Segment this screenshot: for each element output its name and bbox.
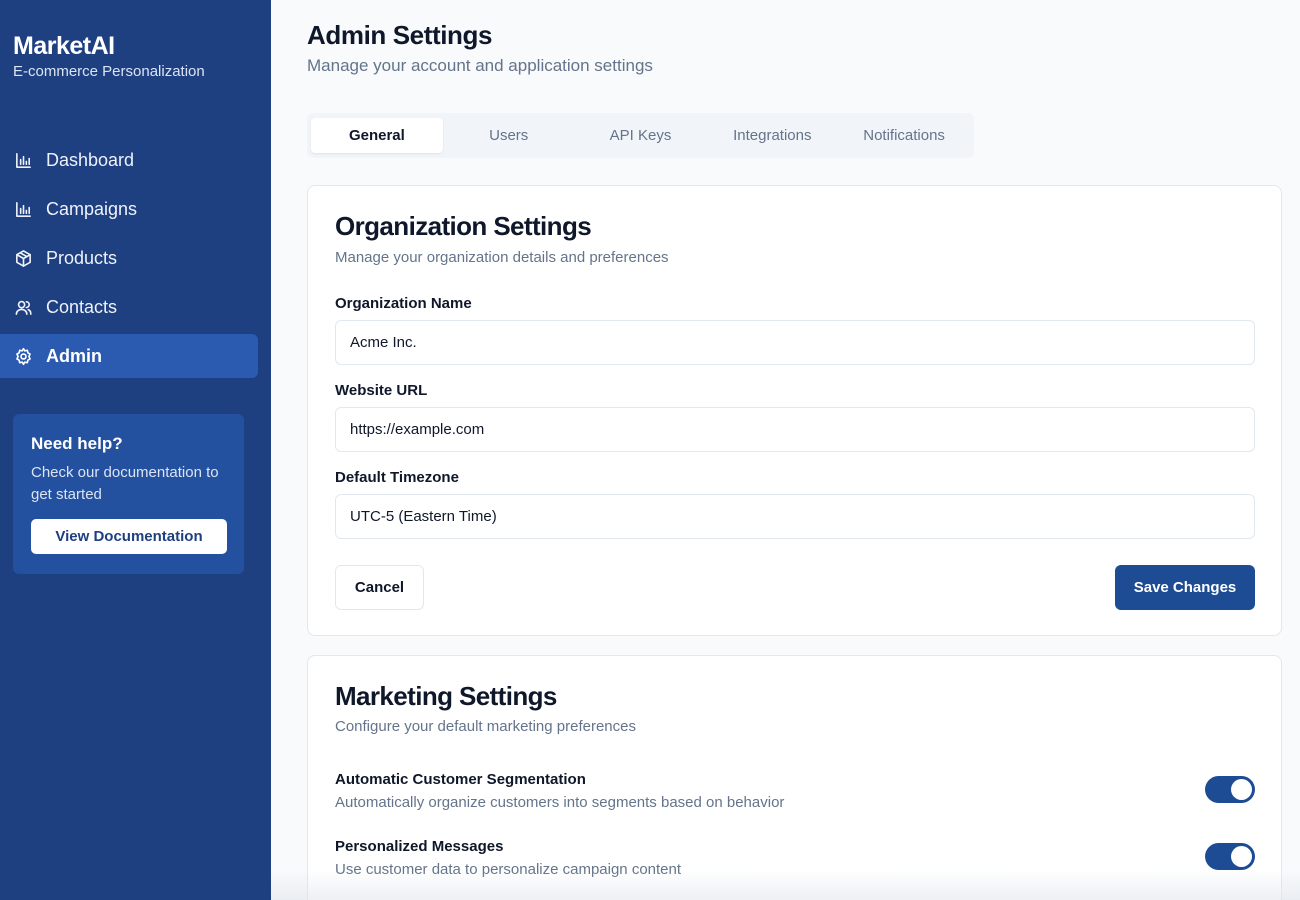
sidebar-item-label: Campaigns bbox=[46, 198, 138, 219]
gear-icon bbox=[13, 346, 33, 366]
tab-api-keys[interactable]: API Keys bbox=[575, 118, 707, 153]
card-title: Marketing Settings bbox=[335, 681, 557, 711]
sidebar-item-label: Contacts bbox=[46, 296, 118, 317]
auto-segmentation-title: Automatic Customer Segmentation bbox=[335, 771, 586, 788]
card-description: Configure your default marketing prefere… bbox=[335, 718, 636, 735]
website-url-label: Website URL bbox=[335, 382, 428, 399]
brand-name[interactable]: MarketAI bbox=[13, 31, 205, 61]
card-description: Manage your organization details and pre… bbox=[335, 249, 669, 266]
default-timezone-input[interactable] bbox=[335, 494, 1255, 539]
auto-segmentation-description: Automatically organize customers into se… bbox=[335, 794, 785, 811]
package-icon bbox=[13, 248, 33, 268]
save-changes-button[interactable]: Save Changes bbox=[1115, 565, 1255, 610]
sidebar-nav: Dashboard Campaigns Products Contacts Ad… bbox=[0, 138, 258, 383]
sidebar-item-contacts[interactable]: Contacts bbox=[0, 285, 258, 329]
sidebar: MarketAI E-commerce Personalization Dash… bbox=[0, 0, 271, 900]
sidebar-item-label: Admin bbox=[46, 345, 102, 366]
help-title: Need help? bbox=[31, 434, 123, 453]
website-url-input[interactable] bbox=[335, 407, 1255, 452]
sidebar-item-campaigns[interactable]: Campaigns bbox=[0, 187, 258, 231]
tab-integrations[interactable]: Integrations bbox=[706, 118, 838, 153]
sidebar-item-label: Dashboard bbox=[46, 149, 135, 170]
sidebar-item-dashboard[interactable]: Dashboard bbox=[0, 138, 258, 182]
tab-users[interactable]: Users bbox=[443, 118, 575, 153]
sidebar-item-products[interactable]: Products bbox=[0, 236, 258, 280]
brand: MarketAI E-commerce Personalization bbox=[13, 31, 205, 80]
help-text: Check our documentation to get started bbox=[31, 464, 219, 503]
toggle-knob bbox=[1231, 846, 1252, 867]
auto-segmentation-toggle[interactable] bbox=[1205, 776, 1255, 803]
view-documentation-button[interactable]: View Documentation bbox=[31, 519, 227, 554]
settings-tabs: General Users API Keys Integrations Noti… bbox=[307, 113, 974, 158]
tab-general[interactable]: General bbox=[311, 118, 443, 153]
brand-subtitle: E-commerce Personalization bbox=[13, 63, 205, 80]
organization-name-label: Organization Name bbox=[335, 295, 472, 312]
personalized-messages-toggle[interactable] bbox=[1205, 843, 1255, 870]
bar-chart-icon bbox=[13, 150, 33, 170]
help-card: Need help? Check our documentation to ge… bbox=[13, 414, 244, 574]
page-subtitle: Manage your account and application sett… bbox=[307, 56, 653, 75]
cancel-button[interactable]: Cancel bbox=[335, 565, 424, 610]
organization-settings-card: Organization Settings Manage your organi… bbox=[307, 185, 1282, 636]
personalized-messages-description: Use customer data to personalize campaig… bbox=[335, 861, 682, 878]
sidebar-item-admin[interactable]: Admin bbox=[0, 334, 258, 378]
page-title: Admin Settings bbox=[307, 20, 493, 50]
marketing-settings-card: Marketing Settings Configure your defaul… bbox=[307, 655, 1282, 900]
personalized-messages-title: Personalized Messages bbox=[335, 838, 504, 855]
default-timezone-label: Default Timezone bbox=[335, 469, 459, 486]
tab-notifications[interactable]: Notifications bbox=[838, 118, 970, 153]
sidebar-item-label: Products bbox=[46, 247, 118, 268]
users-icon bbox=[13, 297, 33, 317]
bar-chart-icon bbox=[13, 199, 33, 219]
card-title: Organization Settings bbox=[335, 211, 592, 241]
organization-name-input[interactable] bbox=[335, 320, 1255, 365]
toggle-knob bbox=[1231, 779, 1252, 800]
